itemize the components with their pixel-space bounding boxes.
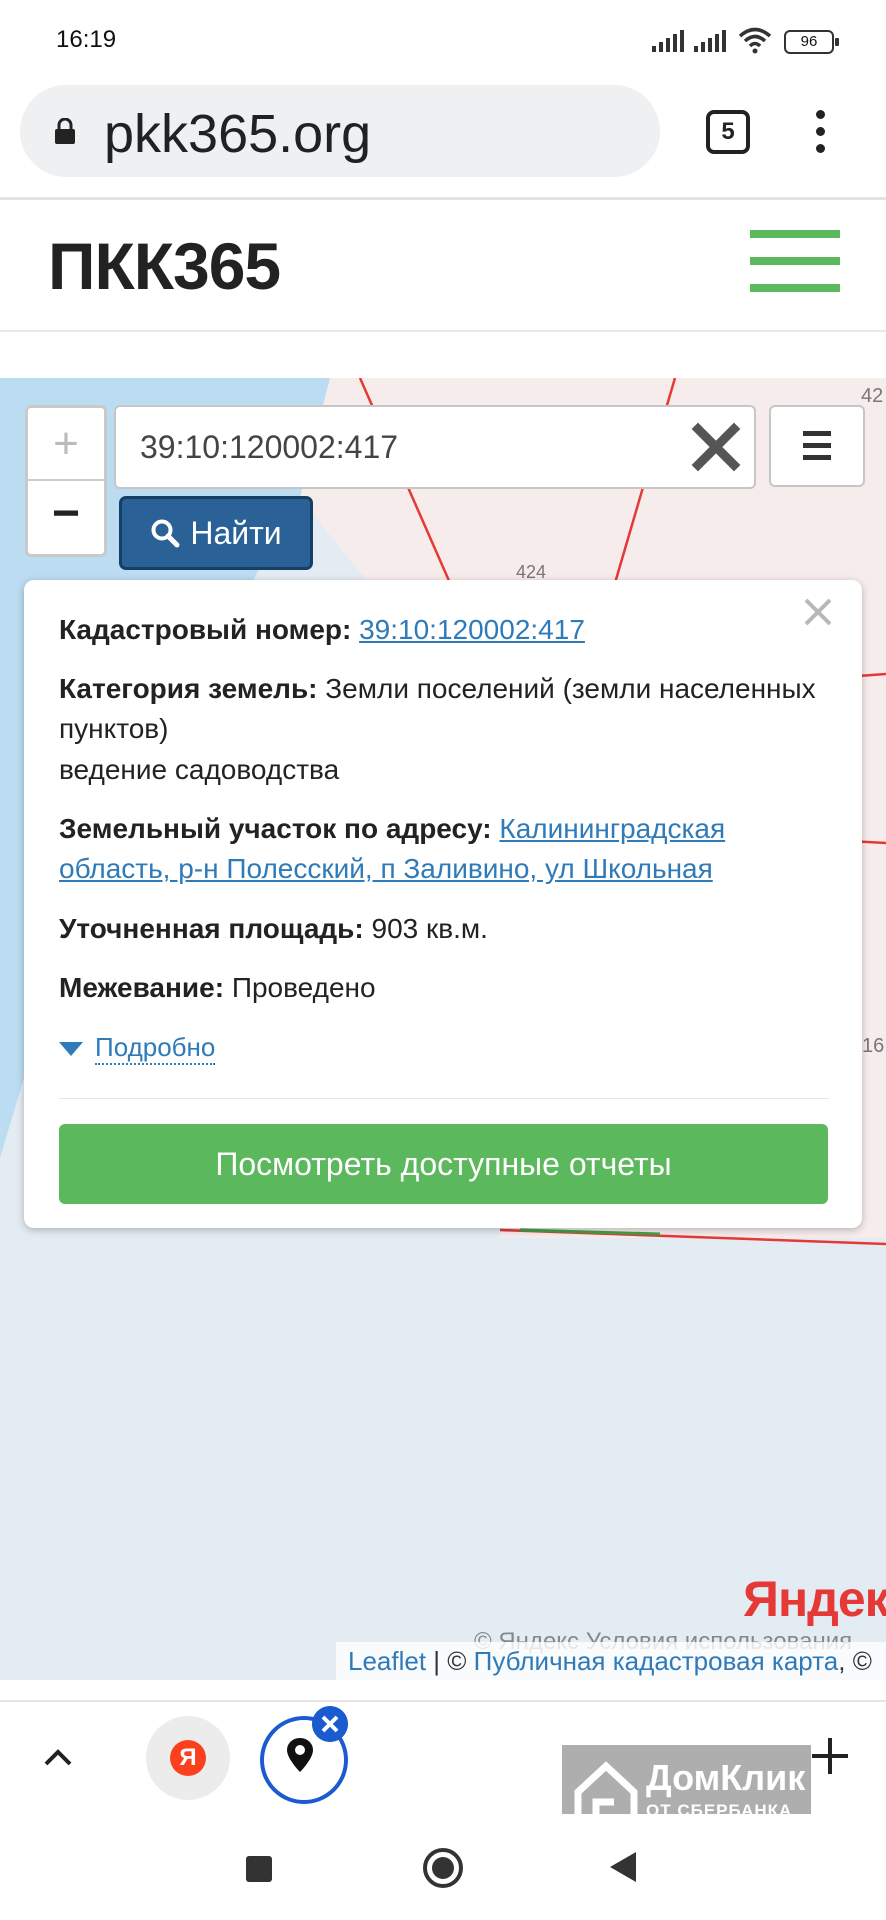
attribution-separator: | © [426,1646,474,1676]
search-box [114,405,756,489]
survey-row: Межевание: Проведено [59,968,376,1008]
find-button[interactable]: Найти [119,496,313,570]
yandex-icon: Я [170,1740,206,1776]
address-row: Земельный участок по адресу: Калининград… [59,809,725,849]
home-icon[interactable] [422,1847,464,1889]
pkk-link[interactable]: Публичная кадастровая карта [474,1646,839,1676]
cadastral-number-row: Кадастровый номер: 39:10:120002:417 [59,610,585,650]
lock-icon [55,118,75,144]
signal-icon-2 [694,30,726,52]
find-button-label: Найти [190,514,282,551]
battery-icon: 96 [784,30,839,54]
dot-icon [816,127,825,136]
ad-title: ДомКлик [646,1757,806,1798]
zoom-control: + − [25,405,107,557]
parcel-label: 42 [861,385,883,407]
area-label: Уточненная площадь: [59,913,364,944]
list-icon [803,431,831,460]
attribution-tail: , © [838,1646,872,1676]
url-text[interactable]: pkk365.org [104,103,371,165]
status-time: 16:19 [56,26,117,53]
address-label: Земельный участок по адресу: [59,813,492,844]
area-value: 903 кв.м. [371,913,488,944]
survey-label: Межевание: [59,972,225,1003]
parcel-label: 424 [516,562,546,582]
dot-icon [816,144,825,153]
cadastral-number-label: Кадастровый номер: [59,614,352,645]
area-row: Уточненная площадь: 903 кв.м. [59,909,488,949]
address-link[interactable]: Калининградская [499,813,725,844]
address-link-line2[interactable]: область, р-н Полесский, п Заливино, ул Ш… [59,853,713,884]
divider [0,197,886,200]
yandex-logo: Яндекс [743,1571,886,1627]
signal-icon [652,30,684,52]
details-toggle[interactable]: Подробно [59,1032,216,1065]
land-usage-value: ведение садоводства [59,754,340,785]
land-category-value: Земли поселений (земли населенных [325,673,816,704]
search-icon [151,519,180,548]
dot-icon [816,110,825,119]
cadastral-number-link[interactable]: 39:10:120002:417 [359,614,585,645]
clear-icon[interactable] [688,419,744,475]
browser-menu-button[interactable] [808,108,832,156]
view-reports-button[interactable]: Посмотреть доступные отчеты [59,1124,828,1204]
zoom-in-button[interactable]: + [28,408,104,481]
search-input[interactable] [140,425,680,469]
map-attribution: Leaflet | © Публичная кадастровая карта,… [336,1642,886,1680]
wifi-icon [738,27,772,54]
divider [0,330,886,332]
survey-value: Проведено [231,972,376,1003]
divider [59,1098,829,1099]
caret-down-icon [59,1041,83,1056]
recents-icon[interactable] [246,1856,272,1882]
parcel-label: 16 [862,1035,884,1057]
hamburger-menu-button[interactable] [750,226,840,296]
menu-bar-icon [750,284,840,292]
menu-bar-icon [750,257,840,265]
zoom-out-button[interactable]: − [28,481,104,554]
close-icon[interactable] [800,594,836,630]
land-category-value-2: пунктов) [59,713,169,744]
land-category-row: Категория земель: Земли поселений (земли… [59,669,816,709]
details-link-label[interactable]: Подробно [95,1032,216,1065]
leaflet-link[interactable]: Leaflet [348,1646,426,1676]
address-link-2[interactable]: область, р-н Полесский, п Заливино, ул Ш… [59,849,713,889]
menu-bar-icon [750,230,840,238]
back-icon[interactable] [608,1850,638,1884]
site-logo[interactable]: ПКК365 [48,228,281,304]
plus-icon[interactable] [810,1736,850,1776]
tab-switcher-button[interactable]: 5 [706,110,750,154]
close-icon[interactable] [312,1706,348,1742]
layers-menu-button[interactable] [769,405,865,487]
chevron-up-icon[interactable] [38,1738,78,1778]
land-category-label: Категория земель: [59,673,318,704]
